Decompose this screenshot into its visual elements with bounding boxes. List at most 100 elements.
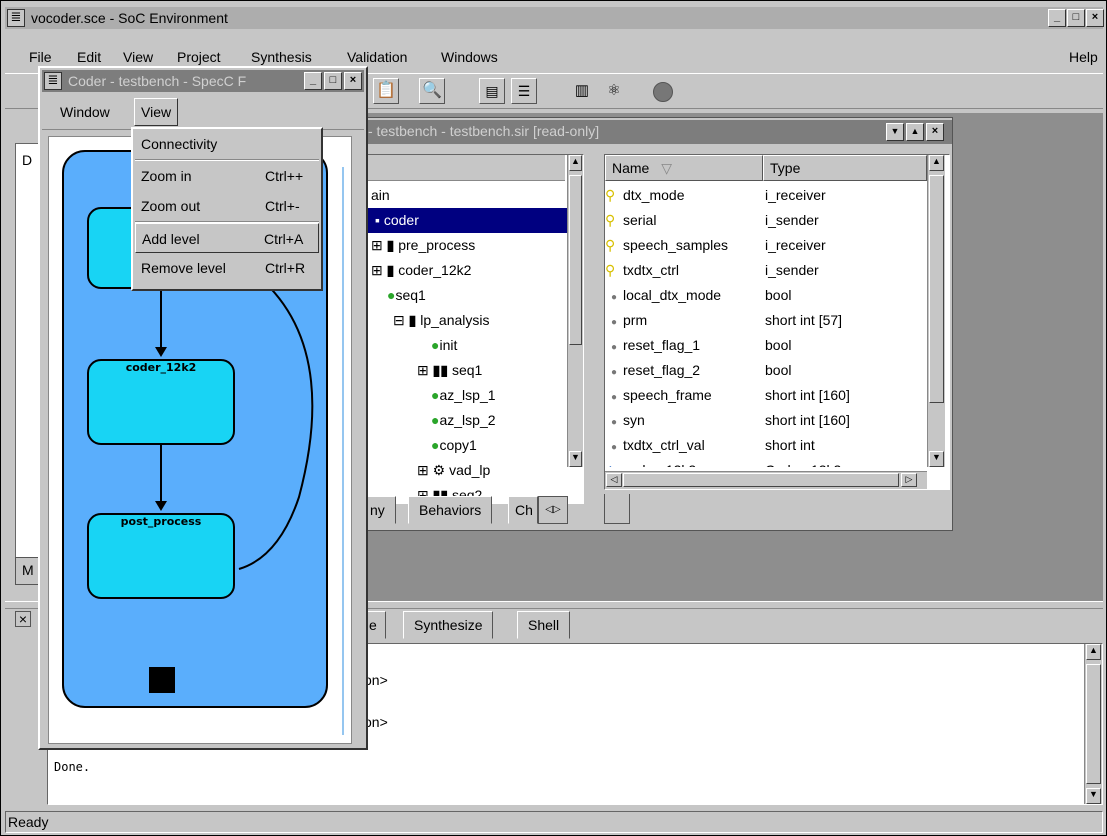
list-item[interactable]: ● reset_flag_2 bool (605, 358, 925, 383)
coder-title: Coder - testbench - SpecC F (68, 73, 247, 89)
console-done: Done. (54, 760, 91, 774)
tree-scrollbar[interactable]: ▲ ▼ (567, 155, 583, 467)
tree-item[interactable]: ⊞ ▮▮ seq1 (365, 358, 569, 383)
menu-project[interactable]: Project (177, 49, 221, 65)
menu-windows[interactable]: Windows (441, 49, 498, 65)
testbench-window: - testbench - testbench.sir [read-only] … (360, 117, 953, 531)
molecule-icon[interactable]: ⚛ (603, 80, 625, 102)
hierarchy-view-icon[interactable]: ▤ (479, 78, 505, 104)
coder-minimize-button[interactable]: _ (304, 72, 322, 90)
list-item[interactable]: ● reset_flag_1 bool (605, 333, 925, 358)
scroll-right-arrow[interactable]: ▷ (901, 473, 917, 487)
coder-close-button[interactable]: × (344, 72, 362, 90)
scroll-thumb[interactable] (929, 175, 944, 403)
port-icon: ⚲ (605, 187, 616, 203)
stop-icon[interactable] (653, 82, 673, 102)
scroll-up-arrow[interactable]: ▲ (929, 155, 944, 171)
scroll-down-arrow[interactable]: ▼ (929, 451, 944, 467)
variable-icon: ● (611, 342, 618, 353)
main-title: vocoder.sce - SoC Environment (31, 10, 228, 26)
list-item[interactable]: ⚲ txdtx_ctrl i_sender (605, 258, 925, 283)
tree-item[interactable]: ●az_lsp_2 (365, 408, 569, 433)
search-icon[interactable]: 🔍 (419, 78, 445, 104)
column-header-type[interactable]: Type (763, 155, 927, 181)
column-header-name[interactable]: Name ▽ (605, 155, 763, 181)
tab-behaviors[interactable]: Behaviors (408, 496, 493, 524)
node-post-process[interactable]: post_process (87, 513, 235, 599)
menu-item-remove-level[interactable]: Remove level Ctrl+R (133, 253, 321, 283)
scroll-left-arrow[interactable]: ◁ (606, 473, 622, 487)
minimize-button[interactable]: _ (1048, 9, 1066, 27)
variable-icon: ● (611, 392, 618, 403)
list-item[interactable]: ● prm short int [57] (605, 308, 925, 333)
console-scrollbar[interactable]: ▲ ▼ (1084, 644, 1102, 804)
scroll-down-arrow[interactable]: ▼ (1086, 788, 1101, 804)
window-menu-icon[interactable]: ≣ (7, 9, 25, 27)
coder-menubar: Window View (42, 96, 364, 130)
menu-view[interactable]: View (123, 49, 153, 65)
coder-maximize-button[interactable]: □ (324, 72, 342, 90)
scroll-thumb[interactable] (1086, 664, 1101, 784)
port-icon: ⚲ (605, 262, 616, 278)
variable-icon: ● (611, 317, 618, 328)
tab-channels[interactable]: Ch (508, 496, 538, 524)
terminal-square (149, 667, 175, 693)
scroll-up-arrow[interactable]: ▲ (569, 155, 582, 171)
clipboard-icon[interactable]: 📋 (373, 78, 399, 104)
list-item[interactable]: ⚲ dtx_mode i_receiver (605, 183, 925, 208)
menu-synthesis[interactable]: Synthesis (251, 49, 312, 65)
tab-shell[interactable]: Shell (517, 611, 571, 639)
menu-file[interactable]: File (29, 49, 52, 65)
tree-item[interactable]: ⊞ ▮ coder_12k2 (365, 258, 569, 283)
scroll-down-arrow[interactable]: ▼ (569, 451, 582, 467)
gear-icon: ⚙ (432, 462, 446, 478)
menu-validation[interactable]: Validation (347, 49, 407, 65)
tree-item-selected[interactable]: ▪ coder (365, 208, 569, 233)
scroll-thumb-h[interactable] (623, 473, 899, 487)
tree-item[interactable]: ●az_lsp_1 (365, 383, 569, 408)
output-close-icon[interactable]: × (15, 611, 31, 627)
list-item[interactable]: ● syn short int [160] (605, 408, 925, 433)
menu-item-connectivity[interactable]: Connectivity (133, 129, 321, 159)
close-button[interactable]: × (1086, 9, 1104, 27)
coder-menu-window[interactable]: Window (60, 104, 110, 120)
list-tab-stub[interactable] (604, 494, 630, 524)
tree-item[interactable]: ●init (365, 333, 569, 358)
instance-icon: ◆ (605, 458, 623, 467)
testbench-title-bar[interactable]: - testbench - testbench.sir [read-only] (364, 120, 952, 144)
menu-item-zoom-in[interactable]: Zoom in Ctrl++ (133, 161, 321, 191)
tab-synthesize[interactable]: Synthesize (403, 611, 494, 639)
menu-edit[interactable]: Edit (77, 49, 101, 65)
tree-item[interactable]: ●copy1 (365, 433, 569, 458)
list-item[interactable]: ● txdtx_ctrl_val short int (605, 433, 925, 458)
main-title-bar[interactable]: vocoder.sce - SoC Environment (5, 7, 1103, 29)
testbench-close-button[interactable]: × (926, 123, 944, 141)
tree-item[interactable]: ●seq1 (365, 283, 569, 308)
list-item[interactable]: ⚲ serial i_sender (605, 208, 925, 233)
menu-item-zoom-out[interactable]: Zoom out Ctrl+- (133, 191, 321, 221)
list-view-icon[interactable]: ☰ (511, 78, 537, 104)
database-icon[interactable]: ▥ (571, 80, 593, 102)
scroll-up-arrow[interactable]: ▲ (1086, 644, 1101, 660)
list-item[interactable]: ◆coder_12k2Coder_12k2 (605, 458, 925, 467)
list-item[interactable]: ⚲ speech_samples i_receiver (605, 233, 925, 258)
tree-item[interactable]: ain (365, 183, 569, 208)
tab-scroll-arrows[interactable]: ◁▷ (538, 496, 568, 524)
testbench-maximize-button[interactable]: ▲ (906, 123, 924, 141)
menu-item-add-level[interactable]: Add level Ctrl+A (135, 223, 319, 253)
scroll-thumb[interactable] (569, 175, 582, 345)
coder-menu-view[interactable]: View (134, 98, 179, 126)
tree-item[interactable]: ⊟ ▮ lp_analysis (365, 308, 569, 333)
maximize-button[interactable]: □ (1067, 9, 1085, 27)
list-scrollbar-h[interactable]: ◁ ▷ (605, 471, 927, 489)
testbench-minimize-button[interactable]: ▼ (886, 123, 904, 141)
variable-list: Name ▽ Type ⚲ dtx_mode i_receiver ⚲ serial i… (604, 154, 950, 490)
list-scrollbar-v[interactable]: ▲ ▼ (927, 155, 945, 467)
list-item[interactable]: ● local_dtx_mode bool (605, 283, 925, 308)
menu-help[interactable]: Help (1069, 49, 1098, 65)
tree-item[interactable]: ⊞ ⚙ vad_lp (365, 458, 569, 483)
list-item[interactable]: ● speech_frame short int [160] (605, 383, 925, 408)
node-coder-12k2[interactable]: coder_12k2 (87, 359, 235, 445)
tree-item[interactable]: ⊞ ▮ pre_process (365, 233, 569, 258)
coder-window-menu-icon[interactable]: ≣ (44, 72, 62, 90)
